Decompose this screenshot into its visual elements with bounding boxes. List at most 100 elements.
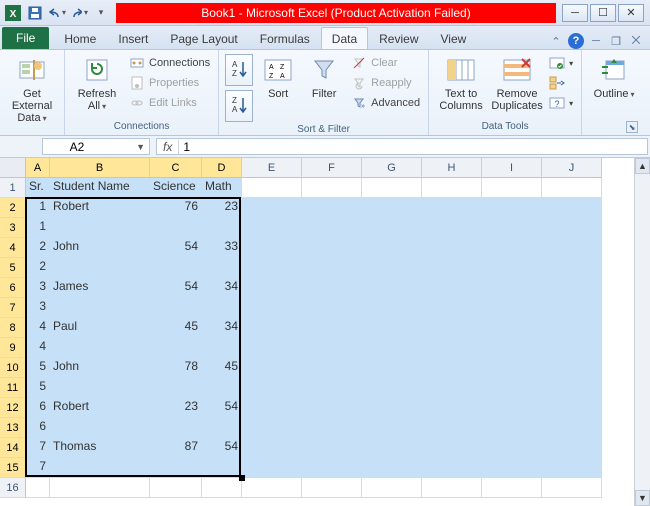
cell-I2[interactable] — [482, 198, 542, 218]
cell-A11[interactable]: 5 — [26, 378, 50, 398]
cell-I8[interactable] — [482, 318, 542, 338]
cell-B8[interactable]: Paul — [50, 318, 150, 338]
help-icon[interactable]: ? — [568, 33, 584, 49]
cell-I15[interactable] — [482, 458, 542, 478]
cell-G10[interactable] — [362, 358, 422, 378]
row-header-13[interactable]: 13 — [0, 418, 26, 438]
cell-J3[interactable] — [542, 218, 602, 238]
sort-button[interactable]: AZZA Sort — [257, 52, 299, 100]
cell-I5[interactable] — [482, 258, 542, 278]
cell-G11[interactable] — [362, 378, 422, 398]
cell-E12[interactable] — [242, 398, 302, 418]
cell-G1[interactable] — [362, 178, 422, 198]
cell-J10[interactable] — [542, 358, 602, 378]
data-validation-button[interactable]: ▾ — [547, 54, 575, 72]
cell-F7[interactable] — [302, 298, 362, 318]
tab-view[interactable]: View — [430, 27, 478, 49]
row-header-8[interactable]: 8 — [0, 318, 26, 338]
cell-B11[interactable] — [50, 378, 150, 398]
cell-C3[interactable] — [150, 218, 202, 238]
scroll-up-icon[interactable]: ▲ — [635, 158, 650, 174]
cell-E14[interactable] — [242, 438, 302, 458]
cell-J14[interactable] — [542, 438, 602, 458]
cell-H13[interactable] — [422, 418, 482, 438]
col-header-C[interactable]: C — [150, 158, 202, 178]
cell-J15[interactable] — [542, 458, 602, 478]
cell-H4[interactable] — [422, 238, 482, 258]
cell-E2[interactable] — [242, 198, 302, 218]
cell-D15[interactable] — [202, 458, 242, 478]
cell-H9[interactable] — [422, 338, 482, 358]
cell-H8[interactable] — [422, 318, 482, 338]
cell-F8[interactable] — [302, 318, 362, 338]
cell-H7[interactable] — [422, 298, 482, 318]
cell-B9[interactable] — [50, 338, 150, 358]
cell-A12[interactable]: 6 — [26, 398, 50, 418]
name-box-input[interactable] — [47, 140, 107, 154]
cell-J1[interactable] — [542, 178, 602, 198]
cell-D4[interactable]: 33 — [202, 238, 242, 258]
cell-C2[interactable]: 76 — [150, 198, 202, 218]
tab-formulas[interactable]: Formulas — [249, 27, 321, 49]
cell-A5[interactable]: 2 — [26, 258, 50, 278]
cell-H16[interactable] — [422, 478, 482, 498]
row-header-14[interactable]: 14 — [0, 438, 26, 458]
cell-C9[interactable] — [150, 338, 202, 358]
maximize-button[interactable]: ☐ — [590, 4, 616, 22]
cell-A13[interactable]: 6 — [26, 418, 50, 438]
sort-asc-button[interactable]: AZ — [225, 54, 253, 86]
save-icon[interactable] — [26, 4, 44, 22]
col-header-E[interactable]: E — [242, 158, 302, 178]
cell-I11[interactable] — [482, 378, 542, 398]
cell-D6[interactable]: 34 — [202, 278, 242, 298]
cell-H15[interactable] — [422, 458, 482, 478]
cell-J8[interactable] — [542, 318, 602, 338]
cell-F9[interactable] — [302, 338, 362, 358]
cell-G2[interactable] — [362, 198, 422, 218]
vertical-scrollbar[interactable]: ▲ ▼ — [634, 158, 650, 506]
row-header-12[interactable]: 12 — [0, 398, 26, 418]
cell-F2[interactable] — [302, 198, 362, 218]
cell-E5[interactable] — [242, 258, 302, 278]
cell-B15[interactable] — [50, 458, 150, 478]
select-all-corner[interactable] — [0, 158, 26, 178]
tab-home[interactable]: Home — [53, 27, 107, 49]
cell-F10[interactable] — [302, 358, 362, 378]
outline-launcher[interactable]: ⬊ — [626, 121, 638, 133]
cell-D10[interactable]: 45 — [202, 358, 242, 378]
cell-E10[interactable] — [242, 358, 302, 378]
cell-I9[interactable] — [482, 338, 542, 358]
cell-F4[interactable] — [302, 238, 362, 258]
row-header-10[interactable]: 10 — [0, 358, 26, 378]
cell-J2[interactable] — [542, 198, 602, 218]
cell-F14[interactable] — [302, 438, 362, 458]
tab-file[interactable]: File — [2, 27, 49, 49]
cell-D3[interactable] — [202, 218, 242, 238]
row-header-2[interactable]: 2 — [0, 198, 26, 218]
workbook-close-icon[interactable]: ⨉ — [628, 33, 644, 49]
remove-duplicates-button[interactable]: Remove Duplicates — [491, 52, 543, 112]
cell-G7[interactable] — [362, 298, 422, 318]
cell-D14[interactable]: 54 — [202, 438, 242, 458]
cell-G13[interactable] — [362, 418, 422, 438]
cell-A16[interactable] — [26, 478, 50, 498]
col-header-B[interactable]: B — [50, 158, 150, 178]
cell-E3[interactable] — [242, 218, 302, 238]
outline-button[interactable]: Outline — [588, 52, 640, 100]
cell-C7[interactable] — [150, 298, 202, 318]
cell-F13[interactable] — [302, 418, 362, 438]
cell-B2[interactable]: Robert — [50, 198, 150, 218]
cell-B10[interactable]: John — [50, 358, 150, 378]
redo-icon[interactable] — [70, 4, 88, 22]
cell-B16[interactable] — [50, 478, 150, 498]
cell-I12[interactable] — [482, 398, 542, 418]
cell-D1[interactable]: Math — [202, 178, 242, 198]
cell-C8[interactable]: 45 — [150, 318, 202, 338]
cell-C10[interactable]: 78 — [150, 358, 202, 378]
workbook-minimize-icon[interactable]: ─ — [588, 33, 604, 49]
cell-J11[interactable] — [542, 378, 602, 398]
cell-J9[interactable] — [542, 338, 602, 358]
cell-B6[interactable]: James — [50, 278, 150, 298]
cell-E4[interactable] — [242, 238, 302, 258]
cell-I6[interactable] — [482, 278, 542, 298]
